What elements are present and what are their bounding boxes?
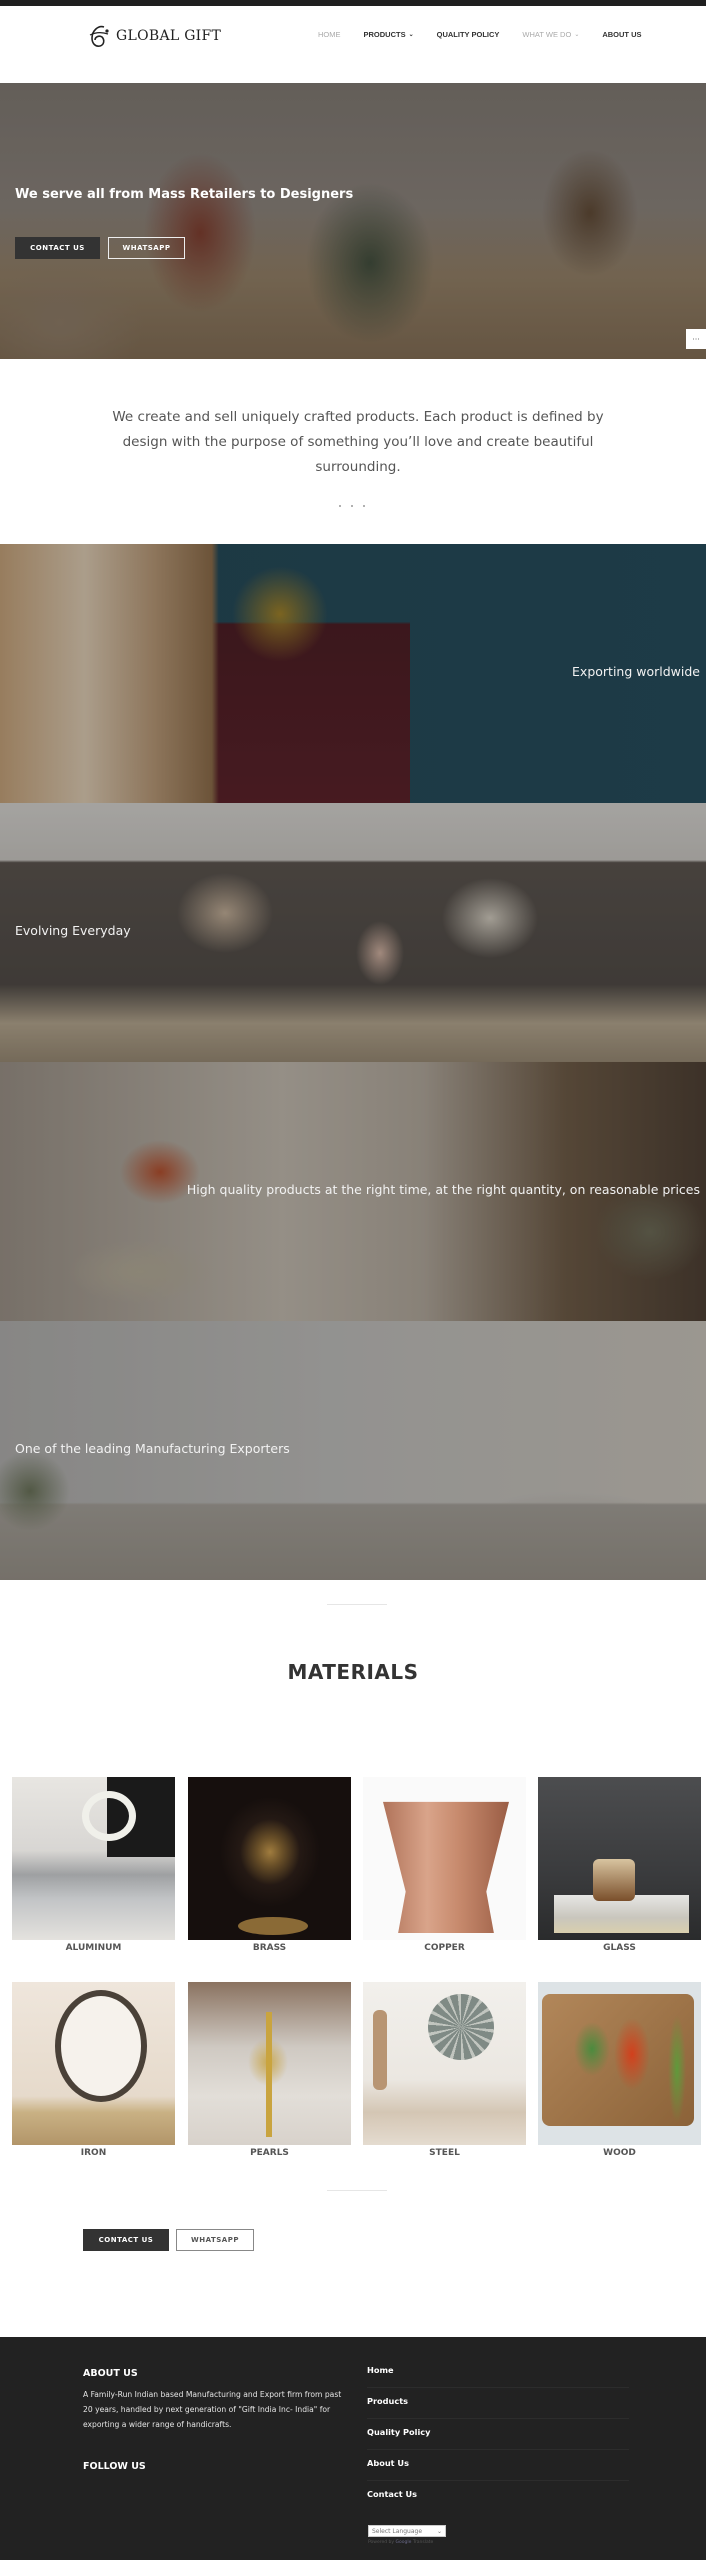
materials-title: MATERIALS bbox=[287, 1660, 419, 1684]
banner-evolving: Evolving Everyday bbox=[0, 803, 706, 1062]
carousel-dot[interactable] bbox=[351, 505, 353, 507]
nav-what-we-do-label: WHAT WE DO bbox=[522, 30, 572, 39]
section-divider bbox=[327, 1604, 387, 1605]
material-brass[interactable]: BRASS bbox=[188, 1777, 351, 1953]
nav-products[interactable]: PRODUCTS ⌄ bbox=[364, 30, 414, 39]
nav-about-us-label: ABOUT US bbox=[602, 30, 642, 39]
language-select[interactable]: Select Language ⌄ bbox=[368, 2525, 446, 2537]
banner-exporting: Exporting worldwide bbox=[0, 544, 706, 803]
logo[interactable]: GLOBAL GIFT bbox=[86, 22, 221, 50]
chevron-down-icon: ⌄ bbox=[574, 32, 580, 38]
material-glass[interactable]: GLASS bbox=[538, 1777, 701, 1953]
powered-prefix: Powered by bbox=[368, 2540, 395, 2545]
carousel-dot[interactable] bbox=[363, 505, 365, 507]
cta-buttons: CONTACT US WHATSAPP bbox=[83, 2229, 254, 2251]
material-image bbox=[12, 1982, 175, 2145]
material-image bbox=[12, 1777, 175, 1940]
site-header: GLOBAL GIFT HOME PRODUCTS ⌄ QUALITY POLIC… bbox=[0, 6, 706, 82]
nav-what-we-do[interactable]: WHAT WE DO ⌄ bbox=[522, 30, 579, 39]
nav-home[interactable]: HOME bbox=[318, 30, 341, 39]
nav-quality-policy[interactable]: QUALITY POLICY bbox=[437, 30, 500, 39]
chevron-down-icon: ⌄ bbox=[436, 2527, 442, 2535]
material-label: GLASS bbox=[603, 1943, 636, 1953]
banner-quality: High quality products at the right time,… bbox=[0, 1062, 706, 1321]
logo-text: GLOBAL GIFT bbox=[116, 28, 222, 44]
section-divider bbox=[327, 2190, 387, 2191]
material-image bbox=[363, 1982, 526, 2145]
footer-links: Home Products Quality Policy About Us Co… bbox=[367, 2357, 629, 2512]
footer-link-home[interactable]: Home bbox=[367, 2357, 629, 2388]
material-iron[interactable]: IRON bbox=[12, 1982, 175, 2158]
banner-caption: High quality products at the right time,… bbox=[186, 1182, 700, 1197]
nav-products-label: PRODUCTS bbox=[363, 30, 406, 39]
hero-slider: We serve all from Mass Retailers to Desi… bbox=[0, 83, 706, 359]
banner-caption: Exporting worldwide bbox=[572, 664, 700, 679]
material-label: STEEL bbox=[429, 2148, 460, 2158]
carousel-dots bbox=[339, 505, 365, 507]
google-logo[interactable]: Google bbox=[396, 2540, 412, 2545]
material-image bbox=[188, 1982, 351, 2145]
footer-link-contact-us[interactable]: Contact Us bbox=[367, 2481, 629, 2512]
whatsapp-button[interactable]: WHATSAPP bbox=[176, 2229, 254, 2251]
material-label: ALUMINUM bbox=[65, 1943, 122, 1953]
main-nav: HOME PRODUCTS ⌄ QUALITY POLICY WHAT WE DO… bbox=[318, 30, 665, 39]
hero-whatsapp-button[interactable]: WHATSAPP bbox=[108, 237, 185, 259]
footer-about-heading: ABOUT US bbox=[83, 2368, 138, 2379]
footer-follow-heading: FOLLOW US bbox=[83, 2461, 146, 2472]
material-image bbox=[538, 1982, 701, 2145]
material-copper[interactable]: COPPER bbox=[363, 1777, 526, 1953]
hero-contact-button[interactable]: CONTACT US bbox=[15, 237, 100, 259]
material-image bbox=[363, 1777, 526, 1940]
carousel-dot[interactable] bbox=[339, 505, 341, 507]
hero-title: We serve all from Mass Retailers to Desi… bbox=[15, 187, 354, 202]
material-image bbox=[188, 1777, 351, 1940]
footer-link-about-us[interactable]: About Us bbox=[367, 2450, 629, 2481]
banner-caption: One of the leading Manufacturing Exporte… bbox=[15, 1441, 290, 1456]
material-image bbox=[538, 1777, 701, 1940]
hero-image bbox=[0, 83, 706, 359]
site-footer: ABOUT US A Family-Run Indian based Manuf… bbox=[0, 2337, 706, 2560]
nav-home-label: HOME bbox=[318, 30, 341, 39]
material-wood[interactable]: WOOD bbox=[538, 1982, 701, 2158]
material-label: BRASS bbox=[252, 1943, 287, 1953]
language-select-value: Select Language bbox=[372, 2527, 423, 2535]
footer-about-text: A Family-Run Indian based Manufacturing … bbox=[83, 2390, 342, 2429]
material-label: WOOD bbox=[603, 2148, 636, 2158]
material-label: COPPER bbox=[424, 1943, 465, 1953]
powered-suffix: Translate bbox=[412, 2540, 434, 2545]
nav-about-us[interactable]: ABOUT US bbox=[602, 30, 641, 39]
logo-icon bbox=[86, 23, 112, 49]
material-aluminum[interactable]: ALUMINUM bbox=[12, 1777, 175, 1953]
material-label: PEARLS bbox=[250, 2148, 289, 2158]
material-label: IRON bbox=[80, 2148, 107, 2158]
intro-text: We create and sell uniquely crafted prod… bbox=[112, 409, 604, 475]
material-pearls[interactable]: PEARLS bbox=[188, 1982, 351, 2158]
footer-link-quality-policy[interactable]: Quality Policy bbox=[367, 2419, 629, 2450]
more-options-icon[interactable]: ··· bbox=[686, 329, 706, 349]
material-steel[interactable]: STEEL bbox=[363, 1982, 526, 2158]
footer-link-products[interactable]: Products bbox=[367, 2388, 629, 2419]
powered-by-google-translate: Powered by Google Translate bbox=[368, 2540, 433, 2545]
chevron-down-icon: ⌄ bbox=[408, 32, 414, 38]
nav-quality-policy-label: QUALITY POLICY bbox=[436, 30, 500, 39]
banner-leading: One of the leading Manufacturing Exporte… bbox=[0, 1321, 706, 1580]
contact-us-button[interactable]: CONTACT US bbox=[83, 2229, 169, 2251]
banner-caption: Evolving Everyday bbox=[15, 923, 131, 938]
